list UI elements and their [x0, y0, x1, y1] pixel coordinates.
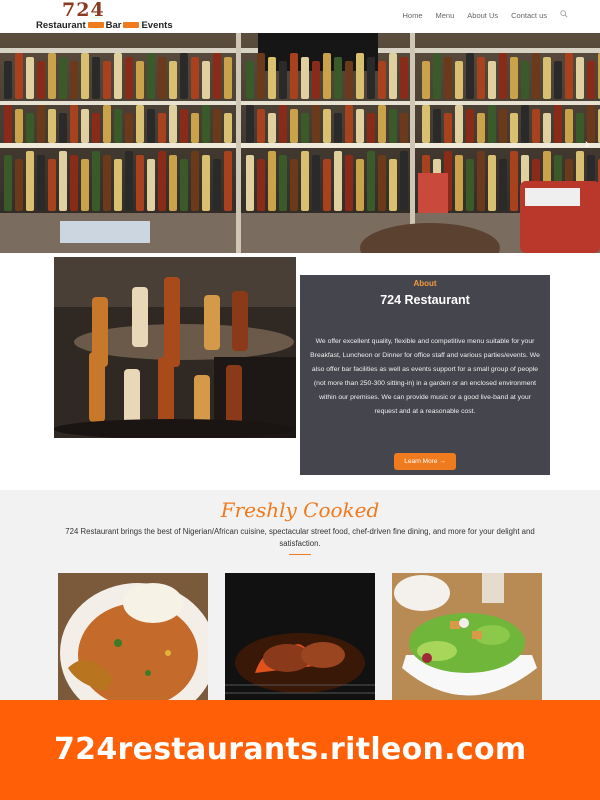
nav-about-us[interactable]: About Us: [467, 11, 498, 20]
dish-image-grill: [225, 573, 375, 703]
main-nav: Home Menu About Us Contact us: [390, 10, 569, 20]
logo-number: 724: [62, 0, 105, 21]
about-description: We offer excellent quality, flexible and…: [310, 338, 540, 415]
hero-slider: ›: [0, 33, 600, 253]
logo-word-bar: Bar: [105, 20, 122, 31]
learn-more-button[interactable]: Learn More →: [394, 453, 456, 470]
dish-image-jollof: [58, 573, 208, 703]
section-description: 724 Restaurant brings the best of Nigeri…: [65, 527, 535, 548]
logo-word-restaurant: Restaurant: [36, 20, 86, 31]
section-divider: [289, 554, 311, 555]
site-logo[interactable]: 724 Restaurant Bar Events: [36, 0, 173, 32]
logo-word-events: Events: [141, 20, 173, 31]
promo-banner: 724restaurants.ritleon.com: [0, 700, 600, 800]
search-icon[interactable]: [560, 10, 568, 18]
logo-tagline: Restaurant Bar Events: [36, 20, 173, 31]
nav-home[interactable]: Home: [403, 11, 423, 20]
about-title: 724 Restaurant: [380, 293, 470, 307]
section-title: Freshly Cooked: [220, 498, 380, 522]
nav-contact-us[interactable]: Contact us: [511, 11, 547, 20]
dish-card-grill[interactable]: [225, 573, 375, 703]
nav-menu[interactable]: Menu: [436, 11, 455, 20]
about-card: About 724 Restaurant We offer excellent …: [300, 275, 550, 475]
dish-card-salad[interactable]: [392, 573, 542, 703]
about-eyebrow: About: [413, 279, 437, 288]
site-header: 724 Restaurant Bar Events Home Menu About …: [0, 0, 600, 33]
dish-image-salad: [392, 573, 542, 703]
about-bottles-image: [54, 257, 296, 438]
dish-card-jollof[interactable]: [58, 573, 208, 703]
hero-bar-image: [0, 33, 600, 253]
logo-divider: [123, 22, 140, 29]
logo-divider: [87, 22, 104, 29]
banner-url-text: 724restaurants.ritleon.com: [54, 732, 527, 767]
chevron-right-icon[interactable]: ›: [578, 134, 596, 152]
